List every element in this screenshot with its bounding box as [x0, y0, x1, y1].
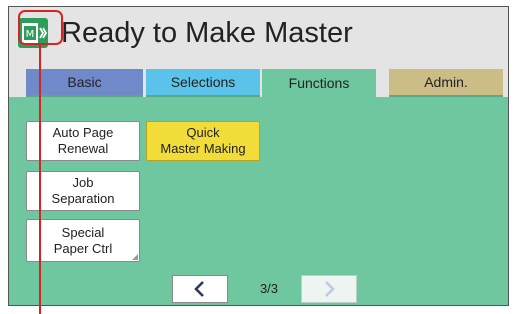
special-paper-ctrl-button[interactable]: Special Paper Ctrl	[26, 219, 140, 262]
functions-panel: Auto Page Renewal Quick Master Making Jo…	[9, 97, 508, 305]
next-page-button[interactable]	[301, 275, 357, 303]
screen-frame: M Ready to Make Master Basic Selections …	[8, 6, 509, 306]
quick-master-making-label: Quick Master Making	[160, 125, 246, 156]
tab-basic[interactable]: Basic	[26, 69, 143, 97]
auto-page-renewal-button[interactable]: Auto Page Renewal	[26, 121, 140, 161]
auto-page-renewal-label: Auto Page Renewal	[52, 125, 114, 156]
tab-bar: Basic Selections Functions Admin.	[9, 63, 508, 97]
quick-master-making-button[interactable]: Quick Master Making	[146, 121, 260, 161]
page-indicator: 3/3	[259, 281, 279, 296]
chevron-left-icon	[194, 281, 204, 297]
tab-selections[interactable]: Selections	[146, 69, 260, 97]
status-header: M Ready to Make Master	[9, 7, 508, 63]
tab-admin[interactable]: Admin.	[389, 69, 503, 97]
job-separation-button[interactable]: Job Separation	[26, 171, 140, 211]
prev-page-button[interactable]	[172, 275, 228, 303]
page-title: Ready to Make Master	[61, 17, 353, 49]
tab-functions[interactable]: Functions	[262, 69, 376, 97]
special-paper-ctrl-label: Special Paper Ctrl	[53, 224, 113, 256]
job-separation-label: Job Separation	[51, 175, 115, 206]
submenu-corner-icon	[132, 254, 138, 260]
callout-leader-line	[39, 45, 41, 314]
chevron-right-icon	[325, 281, 335, 297]
callout-highlight	[18, 10, 63, 45]
